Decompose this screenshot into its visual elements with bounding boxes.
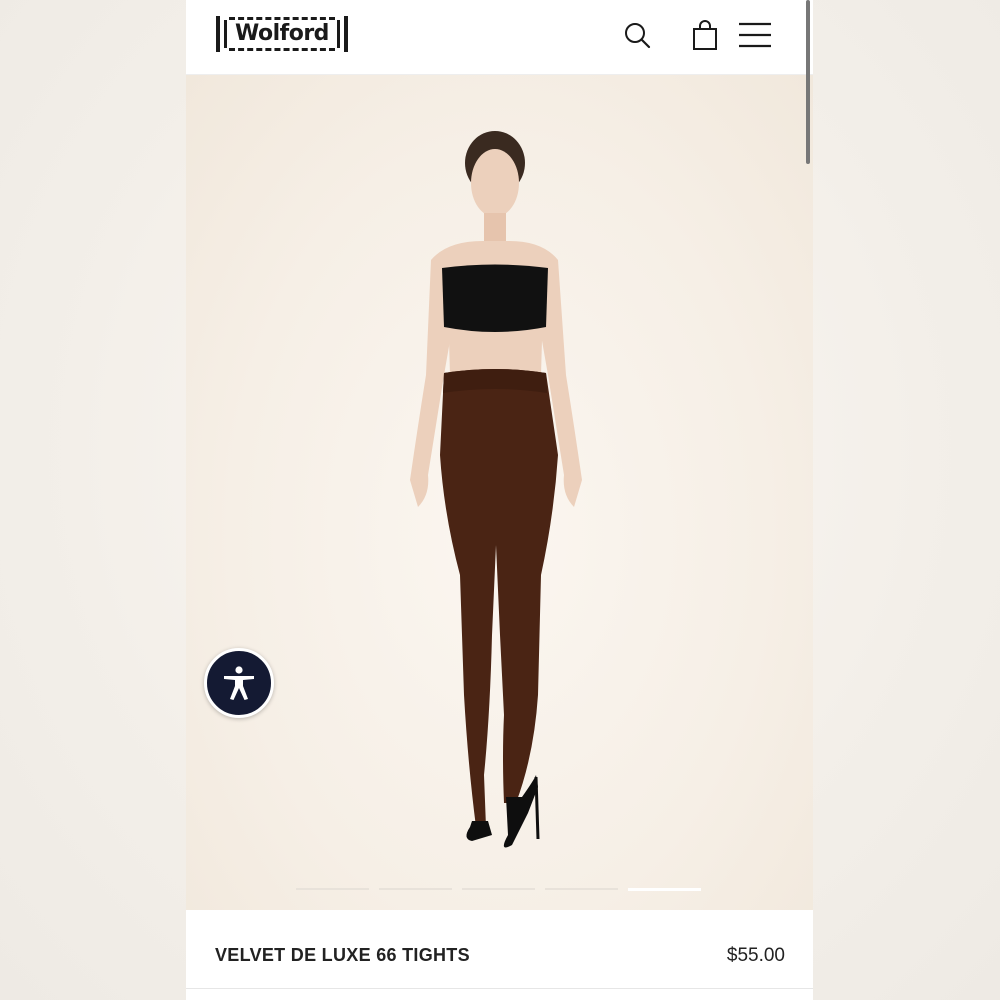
carousel-dot[interactable] <box>296 888 369 890</box>
logo-text: Wolford <box>229 17 335 51</box>
carousel-dot-active[interactable] <box>628 888 701 891</box>
logo-bar-left-inner <box>224 20 227 48</box>
scrollbar[interactable] <box>806 0 810 164</box>
hamburger-menu-icon <box>739 22 771 48</box>
carousel-dot[interactable] <box>545 888 618 890</box>
search-button[interactable] <box>620 18 656 54</box>
product-price: $55.00 <box>726 945 785 966</box>
carousel-dot[interactable] <box>462 888 535 890</box>
carousel-dot[interactable] <box>379 888 452 890</box>
mobile-viewport: Wolford VELVET DE LUXE 66 TIGHTS $55.00 <box>186 0 813 1000</box>
wolford-logo[interactable]: Wolford <box>214 15 350 53</box>
product-info-bar: VELVET DE LUXE 66 TIGHTS $55.00 <box>186 910 813 989</box>
product-model-image <box>410 131 582 848</box>
accessibility-person-icon <box>224 666 254 700</box>
search-icon <box>625 23 651 49</box>
product-image-carousel[interactable] <box>186 75 813 910</box>
accessibility-button[interactable] <box>204 648 274 718</box>
logo-bar-left <box>216 16 220 52</box>
shopping-bag-icon <box>693 20 717 50</box>
carousel-pagination <box>296 888 701 891</box>
product-name: VELVET DE LUXE 66 TIGHTS <box>215 945 470 965</box>
logo-bar-right-inner <box>336 20 340 48</box>
logo-bar-right <box>343 16 348 52</box>
menu-button[interactable] <box>736 18 772 54</box>
shopping-bag-button[interactable] <box>688 18 724 54</box>
site-header: Wolford <box>186 0 813 75</box>
